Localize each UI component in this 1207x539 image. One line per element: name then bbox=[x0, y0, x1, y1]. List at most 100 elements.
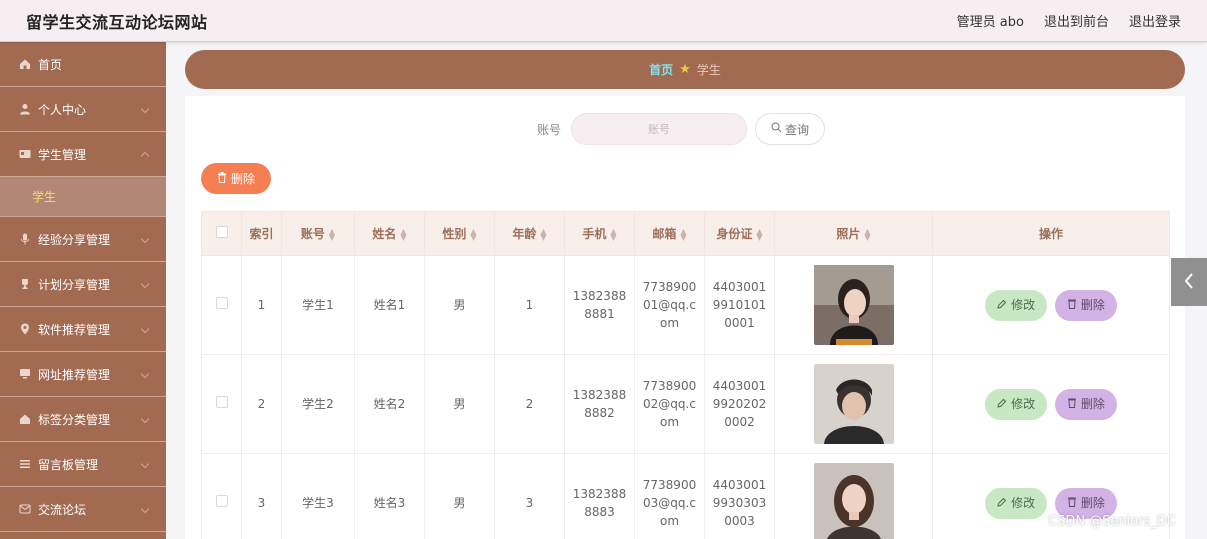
edit-button-label: 修改 bbox=[1011, 397, 1036, 411]
chevron-down-icon bbox=[140, 459, 150, 469]
column-header-age[interactable]: 年龄 ▲ ▼ bbox=[494, 211, 565, 256]
breadcrumb-current: 学生 bbox=[696, 63, 721, 77]
main-panel: 账号 查询 删除 索引 账号▲▼ 姓名▲▼ 性别▲▼ 年龄▲▼ 手机▲ bbox=[185, 96, 1185, 539]
delete-button[interactable]: 删除 bbox=[1054, 289, 1117, 321]
cell-age: 2 bbox=[494, 354, 565, 454]
column-header-index: 索引 bbox=[241, 211, 282, 256]
query-button[interactable]: 查询 bbox=[755, 113, 825, 145]
edit-button[interactable]: 修改 bbox=[985, 487, 1048, 519]
sidebar-item-label: 留言板管理 bbox=[38, 457, 99, 472]
sidebar: 首页 个人中心 学生管理 学生 经验分享管理 计划分享管理 软件推荐管理 网址推… bbox=[0, 42, 166, 539]
sidebar-item-home[interactable]: 首页 bbox=[0, 42, 166, 87]
sidebar-item-label: 首页 bbox=[38, 57, 63, 72]
chevron-down-icon bbox=[140, 104, 150, 114]
student-photo[interactable] bbox=[813, 265, 894, 345]
table-row: 3 学生3 姓名3 男 3 13823888883 773890003@qq.c… bbox=[201, 453, 1170, 539]
account-search-input[interactable] bbox=[571, 113, 747, 145]
sidebar-item-forum[interactable]: 交流论坛 bbox=[0, 487, 166, 532]
cell-phone: 13823888883 bbox=[564, 453, 635, 539]
column-header-photo[interactable]: 照片 ▲ ▼ bbox=[774, 211, 933, 256]
cell-index: 1 bbox=[241, 255, 282, 355]
sort-icon[interactable]: ▲ ▼ bbox=[864, 227, 870, 241]
sidebar-item-label: 个人中心 bbox=[38, 102, 87, 117]
column-header-id-card[interactable]: 身份证 ▲ ▼ bbox=[704, 211, 775, 256]
sort-icon[interactable]: ▲ ▼ bbox=[329, 227, 335, 241]
sidebar-item-label: 学生管理 bbox=[38, 147, 87, 162]
student-photo[interactable] bbox=[813, 364, 894, 444]
sidebar-item-student-management[interactable]: 学生管理 bbox=[0, 132, 166, 177]
sidebar-item-tag-category[interactable]: 标签分类管理 bbox=[0, 397, 166, 442]
list-icon bbox=[18, 457, 32, 471]
cell-age: 1 bbox=[494, 255, 565, 355]
top-bar: 留学生交流互动论坛网站 管理员 abo 退出到前台 退出登录 bbox=[0, 0, 1207, 42]
cell-phone: 13823888882 bbox=[564, 354, 635, 454]
row-checkbox[interactable] bbox=[215, 396, 228, 408]
delete-button[interactable]: 删除 bbox=[1054, 388, 1117, 420]
admin-user-label[interactable]: 管理员 abo bbox=[957, 11, 1024, 30]
delete-button-label: 删除 bbox=[1080, 298, 1105, 312]
edit-button[interactable]: 修改 bbox=[985, 289, 1048, 321]
cell-name: 姓名2 bbox=[354, 354, 425, 454]
side-collapse-tab[interactable] bbox=[1171, 258, 1207, 306]
breadcrumb: 首页 ★ 学生 bbox=[185, 50, 1185, 89]
delete-button-label: 删除 bbox=[1080, 496, 1105, 510]
trophy-icon bbox=[18, 277, 32, 291]
batch-delete-button[interactable]: 删除 bbox=[201, 163, 271, 194]
sort-icon[interactable]: ▲ ▼ bbox=[400, 227, 406, 241]
cell-id-card: 440300199303030003 bbox=[704, 453, 775, 539]
breadcrumb-home[interactable]: 首页 bbox=[649, 61, 673, 78]
pencil-icon bbox=[997, 296, 1007, 314]
id-card-icon bbox=[18, 147, 32, 161]
sort-icon[interactable]: ▲ ▼ bbox=[610, 227, 616, 241]
sidebar-item-label: 标签分类管理 bbox=[38, 412, 111, 427]
sidebar-item-personal-center[interactable]: 个人中心 bbox=[0, 87, 166, 132]
sidebar-item-software-recommend[interactable]: 软件推荐管理 bbox=[0, 307, 166, 352]
select-all-cell[interactable] bbox=[201, 211, 242, 256]
sort-icon[interactable]: ▲ ▼ bbox=[680, 227, 686, 241]
chevron-up-icon bbox=[140, 151, 150, 161]
sidebar-item-label: 网址推荐管理 bbox=[38, 367, 111, 382]
sort-icon[interactable]: ▲ ▼ bbox=[470, 227, 476, 241]
sort-icon[interactable]: ▲ ▼ bbox=[756, 227, 762, 241]
sidebar-subitem-student[interactable]: 学生 bbox=[0, 177, 166, 217]
sidebar-item-experience-share[interactable]: 经验分享管理 bbox=[0, 217, 166, 262]
column-header-gender[interactable]: 性别 ▲ ▼ bbox=[424, 211, 495, 256]
monitor-icon bbox=[18, 367, 32, 381]
chevron-down-icon bbox=[140, 279, 150, 289]
pencil-icon bbox=[997, 494, 1007, 512]
sidebar-item-plan-share[interactable]: 计划分享管理 bbox=[0, 262, 166, 307]
column-header-account[interactable]: 账号 ▲ ▼ bbox=[281, 211, 355, 256]
query-button-label: 查询 bbox=[784, 122, 809, 137]
user-icon bbox=[18, 102, 32, 116]
sidebar-item-message-board[interactable]: 留言板管理 bbox=[0, 442, 166, 487]
sidebar-subitem-label: 学生 bbox=[32, 190, 57, 204]
logout-link[interactable]: 退出登录 bbox=[1129, 11, 1181, 30]
search-icon bbox=[771, 122, 782, 136]
column-header-phone[interactable]: 手机 ▲ ▼ bbox=[564, 211, 635, 256]
sort-icon[interactable]: ▲ ▼ bbox=[540, 227, 546, 241]
table-row: 1 学生1 姓名1 男 1 13823888881 773890001@qq.c… bbox=[201, 255, 1170, 355]
cell-account: 学生3 bbox=[281, 453, 355, 539]
chevron-down-icon bbox=[140, 504, 150, 514]
edit-button[interactable]: 修改 bbox=[985, 388, 1048, 420]
student-photo[interactable] bbox=[813, 463, 894, 539]
search-label: 账号 bbox=[537, 123, 562, 137]
student-table: 索引 账号 ▲ ▼ 姓名 ▲ ▼ 性别 ▲ ▼ 年龄 ▲ ▼ 手机 ▲ ▼ 邮箱 ▲ ▼ 身份证 ▲ ▼ 照… bbox=[201, 211, 1170, 539]
sidebar-item-label: 软件推荐管理 bbox=[38, 322, 111, 337]
cell-gender: 男 bbox=[424, 453, 495, 539]
sidebar-item-website-recommend[interactable]: 网址推荐管理 bbox=[0, 352, 166, 397]
trash-icon bbox=[1067, 494, 1077, 512]
column-header-email[interactable]: 邮箱 ▲ ▼ bbox=[634, 211, 705, 256]
exit-to-front-link[interactable]: 退出到前台 bbox=[1044, 11, 1109, 30]
trash-icon bbox=[217, 171, 227, 186]
top-links: 管理员 abo 退出到前台 退出登录 bbox=[957, 11, 1181, 30]
row-checkbox[interactable] bbox=[215, 495, 228, 507]
select-all-checkbox[interactable] bbox=[215, 226, 228, 238]
column-header-name[interactable]: 姓名 ▲ ▼ bbox=[354, 211, 425, 256]
sidebar-item-label: 交流论坛 bbox=[38, 502, 87, 517]
cell-index: 3 bbox=[241, 453, 282, 539]
row-checkbox[interactable] bbox=[215, 297, 228, 309]
cell-name: 姓名1 bbox=[354, 255, 425, 355]
cell-account: 学生2 bbox=[281, 354, 355, 454]
cell-email: 773890001@qq.com bbox=[634, 255, 705, 355]
